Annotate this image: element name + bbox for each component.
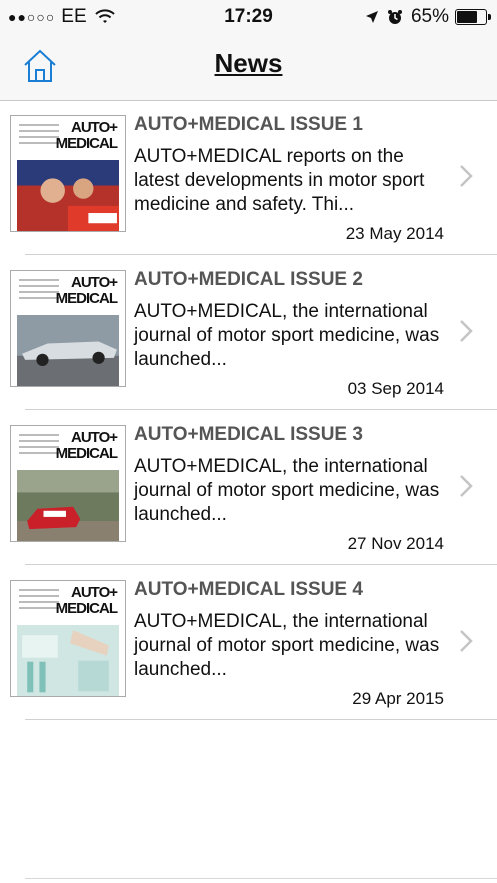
news-item-1[interactable]: AUTO+ MEDICAL AUTO+MEDICAL ISSUE 1 AUTO+M… [0, 100, 497, 255]
item-description: AUTO+MEDICAL, the international journal … [134, 456, 440, 525]
issue-cover-thumbnail: AUTO+ MEDICAL [10, 425, 126, 542]
item-date: 23 May 2014 [345, 224, 444, 243]
cover-photo [17, 625, 119, 696]
item-date: 27 Nov 2014 [347, 534, 444, 553]
cover-masthead: AUTO+ MEDICAL [55, 429, 118, 462]
item-title: AUTO+MEDICAL ISSUE 1 [134, 114, 363, 135]
item-date: 29 Apr 2015 [352, 689, 444, 708]
battery-icon [455, 9, 491, 25]
issue-cover-thumbnail: AUTO+ MEDICAL [10, 270, 126, 387]
cover-masthead: AUTO+ MEDICAL [55, 119, 118, 152]
news-item-4[interactable]: AUTO+ MEDICAL AUTO+MEDICAL ISSUE 4 AUTO+M… [0, 565, 497, 720]
item-title: AUTO+MEDICAL ISSUE 2 [134, 269, 363, 290]
item-date: 03 Sep 2014 [347, 379, 444, 398]
cover-photo [17, 470, 119, 541]
item-description: AUTO+MEDICAL reports on the latest devel… [134, 146, 425, 215]
item-title: AUTO+MEDICAL ISSUE 4 [134, 579, 363, 600]
issue-cover-thumbnail: AUTO+ MEDICAL [10, 580, 126, 697]
navigation-bar: News [0, 34, 497, 101]
page-title: News [214, 48, 283, 78]
issue-cover-thumbnail: AUTO+ MEDICAL [10, 115, 126, 232]
item-description: AUTO+MEDICAL, the international journal … [134, 611, 440, 680]
bottom-divider [25, 878, 497, 879]
cover-masthead: AUTO+ MEDICAL [55, 274, 118, 307]
item-description: AUTO+MEDICAL, the international journal … [134, 301, 440, 370]
news-item-2[interactable]: AUTO+ MEDICAL AUTO+MEDICAL ISSUE 2 AUTO+M… [0, 255, 497, 410]
cover-photo [17, 315, 119, 386]
battery-percent: 65% [410, 6, 449, 27]
status-bar: ●●○○○ EE 17:29 65% [0, 0, 497, 34]
alarm-icon [387, 10, 402, 24]
chevron-right-icon [460, 630, 473, 652]
location-arrow-icon [365, 11, 378, 23]
news-item-3[interactable]: AUTO+ MEDICAL AUTO+MEDICAL ISSUE 3 AUTO+M… [0, 410, 497, 565]
chevron-right-icon [460, 320, 473, 342]
chevron-right-icon [460, 165, 473, 187]
news-list: AUTO+ MEDICAL AUTO+MEDICAL ISSUE 1 AUTO+M… [0, 100, 497, 720]
item-title: AUTO+MEDICAL ISSUE 3 [134, 424, 363, 445]
cover-masthead: AUTO+ MEDICAL [55, 584, 118, 617]
cover-photo [17, 160, 119, 231]
chevron-right-icon [460, 475, 473, 497]
